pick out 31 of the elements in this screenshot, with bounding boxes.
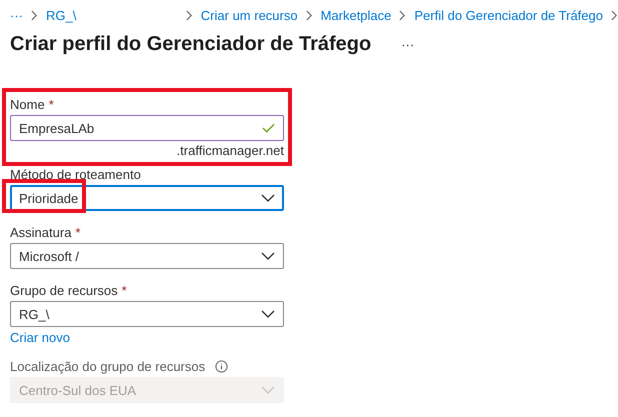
field-label: Localização do grupo de recursos <box>10 359 206 374</box>
breadcrumb-link[interactable]: Criar um recurso <box>200 8 298 22</box>
field-label: Assinatura <box>10 225 72 240</box>
required-asterisk: * <box>48 97 54 112</box>
required-asterisk: * <box>75 225 80 240</box>
dropdown[interactable]: RG_\ <box>10 301 284 327</box>
chevron-down-icon <box>261 252 275 260</box>
chevron-right-icon <box>399 10 406 20</box>
name-input-field[interactable]: EmpresaLAb <box>10 115 284 141</box>
chevron-right-icon <box>186 10 193 20</box>
field-label: Nome <box>10 97 45 112</box>
checkmark-icon <box>262 123 275 133</box>
more-button[interactable]: ··· <box>401 37 414 52</box>
dropdown[interactable]: Microsoft / <box>10 243 284 269</box>
required-asterisk: * <box>122 283 127 298</box>
chevron-right-icon <box>306 10 313 20</box>
chevron-down-icon <box>261 194 275 202</box>
breadcrumb-overflow-link[interactable]: ··· <box>10 8 23 22</box>
dropdown[interactable]: Prioridade <box>10 185 284 211</box>
chevron-down-icon <box>261 386 275 394</box>
page-title: Criar perfil do Gerenciador de Tráfego <box>10 33 372 56</box>
breadcrumb-link[interactable]: RG_\ <box>46 8 178 22</box>
field-label: Grupo de recursos <box>10 283 118 298</box>
chevron-right-icon <box>610 10 618 20</box>
field-label: Método de roteamento <box>10 167 141 182</box>
create-new-link[interactable]: Criar novo <box>10 330 70 345</box>
chevron-right-icon <box>31 10 38 20</box>
domain-suffix: .trafficmanager.net <box>176 143 284 158</box>
breadcrumb-link[interactable]: Marketplace <box>320 8 392 22</box>
chevron-down-icon <box>261 310 275 318</box>
breadcrumb-link[interactable]: Perfil do Gerenciador de Tráfego <box>414 8 603 22</box>
